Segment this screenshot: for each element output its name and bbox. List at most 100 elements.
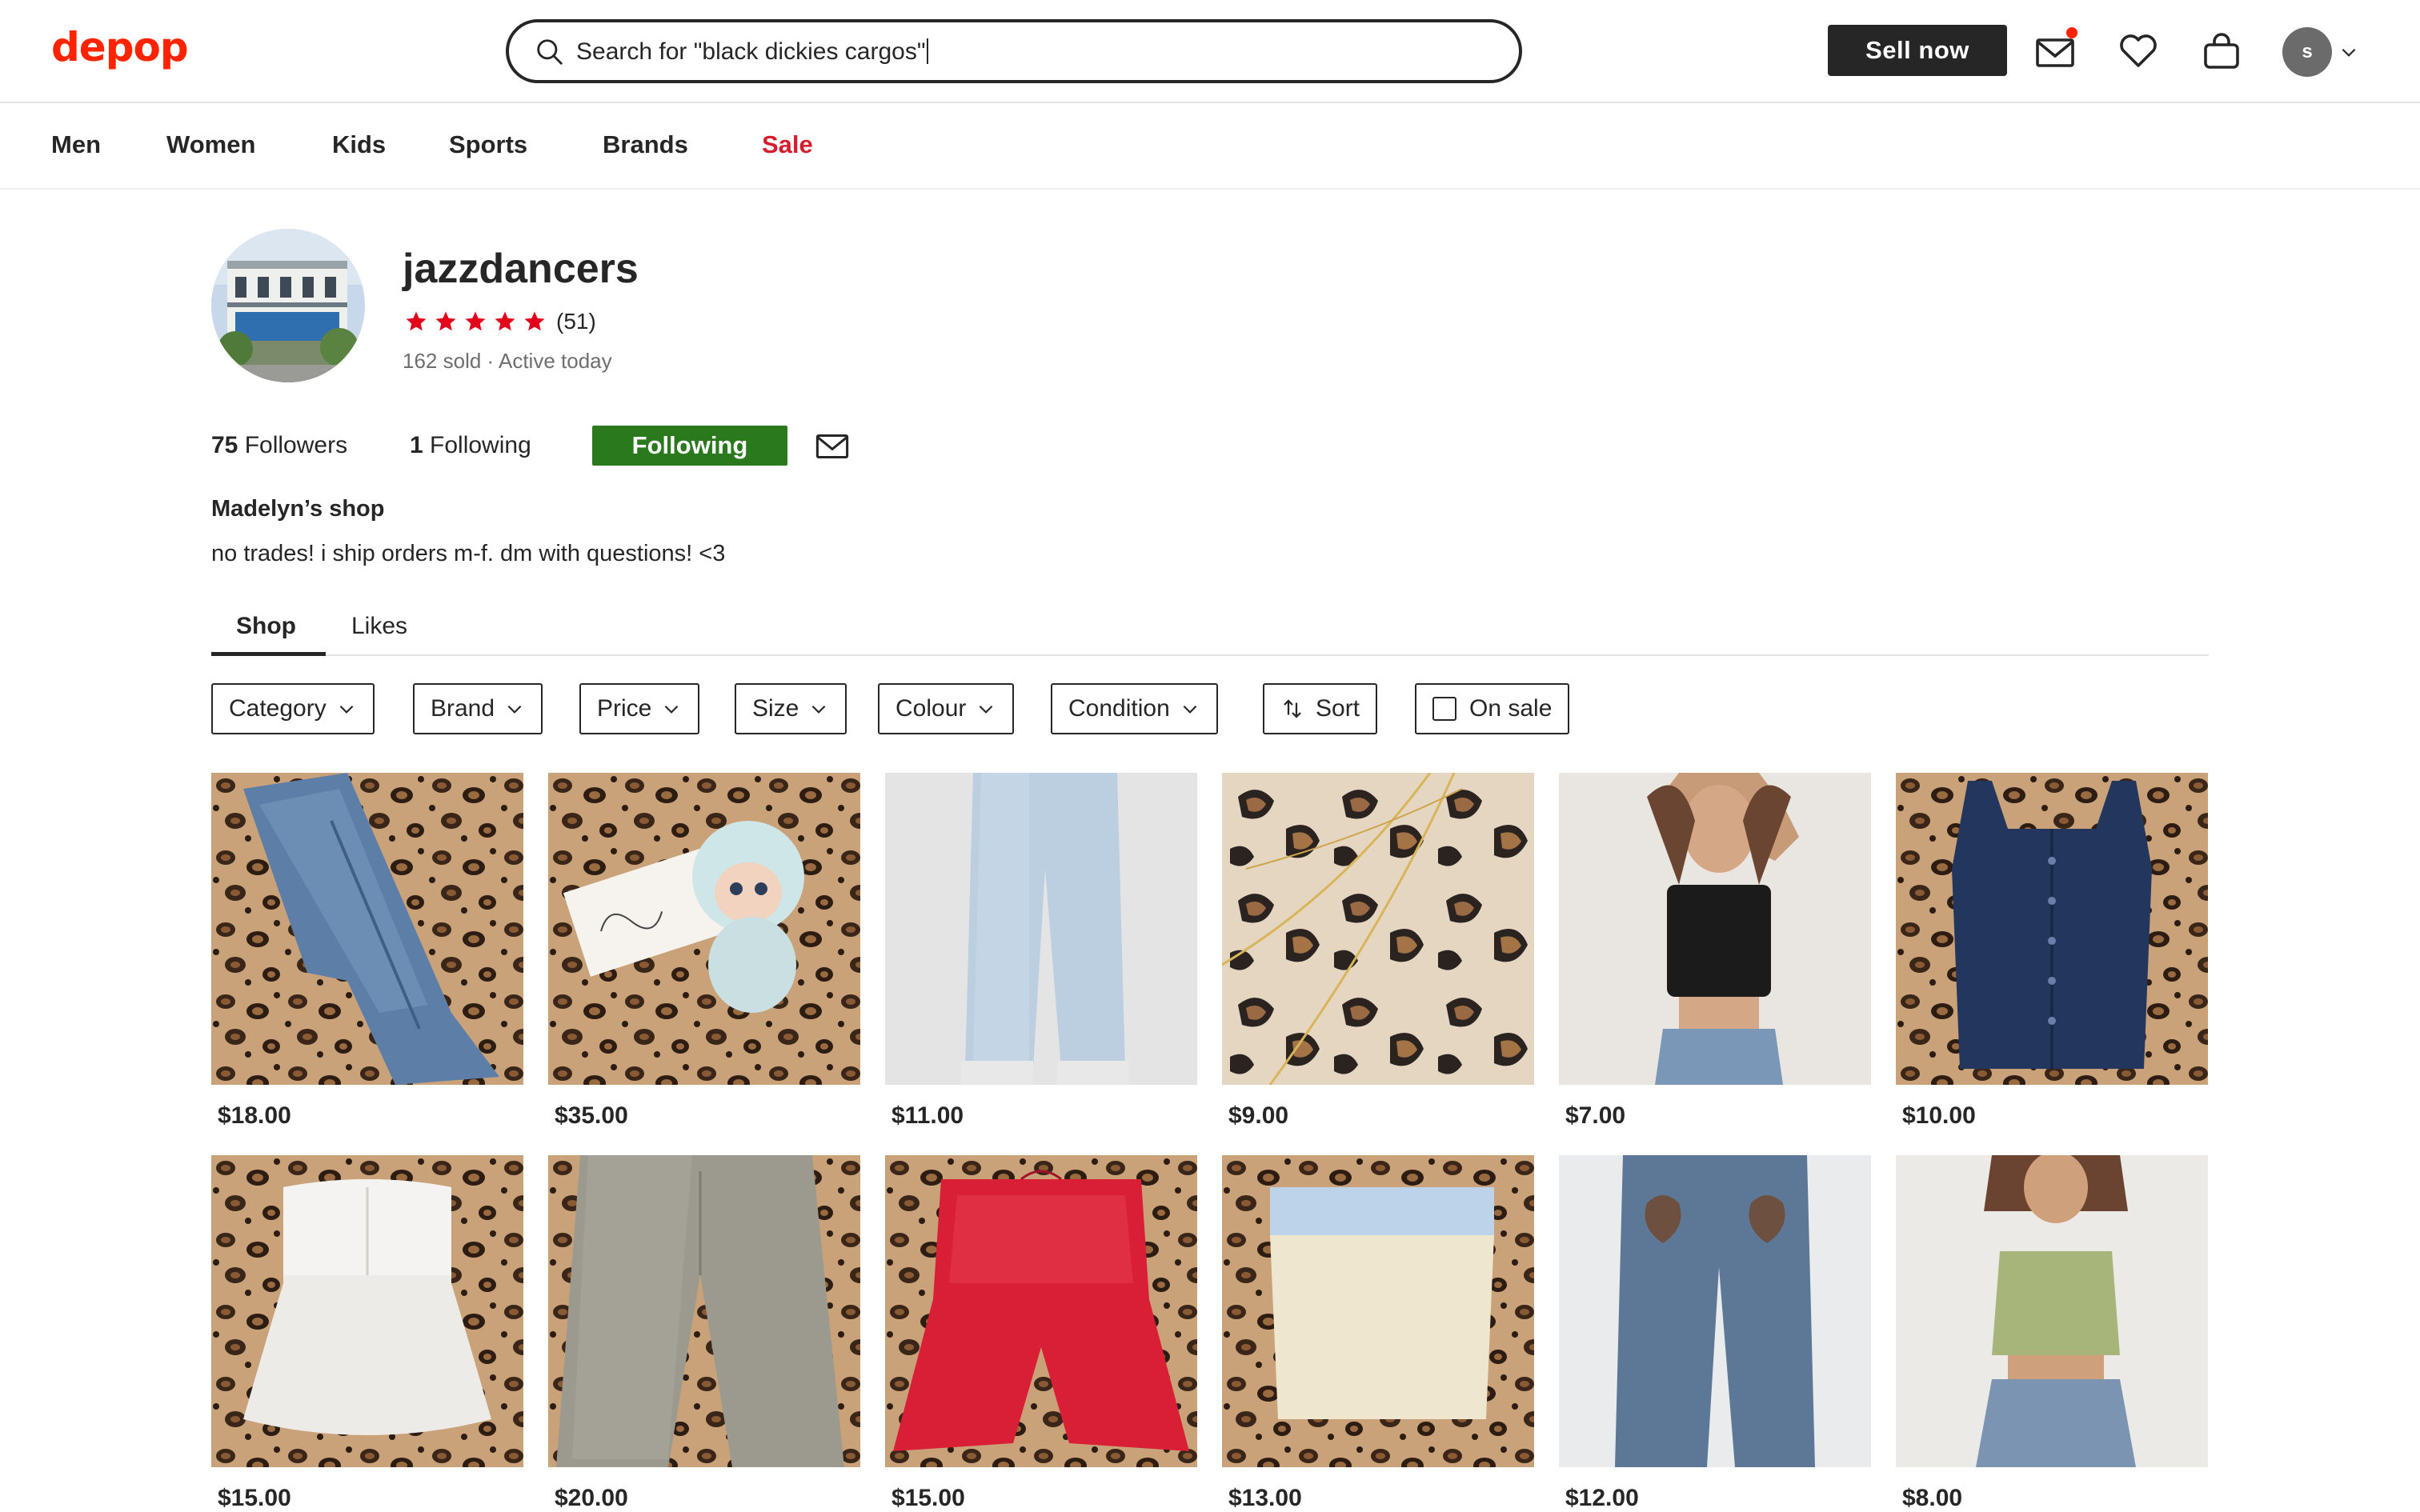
filter-colour[interactable]: Colour: [878, 683, 1015, 734]
product-card[interactable]: $12.00: [1559, 1155, 1871, 1512]
product-price: $9.00: [1228, 1102, 1289, 1129]
search-bar[interactable]: Search for "black dickies cargos": [506, 19, 1522, 83]
rating-stars: [404, 308, 552, 335]
category-nav: Men Women Kids Sports Brands Sale: [0, 105, 2420, 190]
product-card[interactable]: $35.00: [548, 773, 860, 1130]
review-count[interactable]: (51): [556, 309, 596, 334]
chevron-down-icon: [665, 705, 679, 714]
product-card[interactable]: $9.00: [1222, 773, 1534, 1130]
profile-meta: 162 sold · Active today: [403, 349, 612, 374]
product-card[interactable]: $7.00: [1559, 773, 1871, 1130]
following-link[interactable]: 1 Following: [410, 432, 531, 459]
product-card[interactable]: $8.00: [1896, 1155, 2208, 1512]
nav-item-men[interactable]: Men: [51, 130, 101, 159]
product-price: $20.00: [555, 1485, 628, 1511]
product-image[interactable]: [548, 773, 860, 1085]
product-card[interactable]: $10.00: [1896, 773, 2208, 1130]
heart-icon[interactable]: [2118, 30, 2159, 72]
following-button[interactable]: Following: [592, 426, 787, 466]
sell-now-button[interactable]: Sell now: [1828, 25, 2007, 76]
product-price: $15.00: [218, 1485, 291, 1511]
search-input[interactable]: Search for "black dickies cargos": [576, 38, 929, 66]
product-image[interactable]: [211, 1155, 523, 1467]
nav-item-kids[interactable]: Kids: [332, 130, 386, 159]
search-icon: [537, 39, 563, 65]
profile-avatar: [211, 229, 365, 382]
product-card[interactable]: $20.00: [548, 1155, 860, 1512]
mail-icon[interactable]: [2034, 32, 2076, 74]
filter-category-label: Category: [229, 695, 327, 722]
tab-shop[interactable]: Shop: [236, 613, 296, 640]
tab-likes[interactable]: Likes: [351, 613, 407, 640]
following-count: 1: [410, 432, 423, 458]
star-icon: [495, 311, 515, 331]
sold-count: 162 sold: [403, 349, 482, 373]
product-card[interactable]: $13.00: [1222, 1155, 1534, 1512]
top-header: depop Search for "black dickies cargos" …: [0, 0, 2420, 103]
product-price: $12.00: [1565, 1485, 1639, 1511]
product-card[interactable]: $11.00: [885, 773, 1197, 1130]
chevron-down-icon: [812, 705, 826, 714]
nav-item-sports[interactable]: Sports: [449, 130, 527, 159]
product-image[interactable]: [885, 773, 1197, 1085]
chevron-down-icon[interactable]: [2338, 42, 2359, 62]
product-image[interactable]: [1222, 773, 1534, 1085]
filter-condition[interactable]: Condition: [1051, 683, 1218, 734]
filter-brand-label: Brand: [431, 695, 495, 722]
product-image[interactable]: [211, 773, 523, 1085]
product-image[interactable]: [1896, 773, 2208, 1085]
activity-status: Active today: [498, 349, 612, 373]
product-card[interactable]: $15.00: [885, 1155, 1197, 1512]
star-icon: [435, 311, 456, 331]
filter-price-label: Price: [597, 695, 652, 722]
nav-item-sale[interactable]: Sale: [762, 130, 813, 159]
notification-dot: [2066, 27, 2077, 38]
product-image[interactable]: [1559, 773, 1871, 1085]
meta-separator: ·: [481, 349, 499, 373]
product-price: $10.00: [1902, 1102, 1976, 1129]
product-price: $18.00: [218, 1102, 291, 1129]
product-image[interactable]: [1222, 1155, 1534, 1467]
on-sale-label: On sale: [1469, 695, 1553, 722]
product-image[interactable]: [548, 1155, 860, 1467]
chevron-down-icon: [339, 705, 354, 714]
star-icon: [524, 311, 545, 331]
nav-item-women[interactable]: Women: [166, 130, 255, 159]
chevron-down-icon: [507, 705, 522, 714]
filter-brand[interactable]: Brand: [413, 683, 543, 734]
product-price: $15.00: [891, 1485, 965, 1511]
depop-logo[interactable]: depop: [51, 24, 189, 70]
product-card[interactable]: $18.00: [211, 773, 523, 1130]
text-cursor: [927, 38, 929, 64]
product-image[interactable]: [885, 1155, 1197, 1467]
on-sale-checkbox[interactable]: [1432, 697, 1456, 721]
filter-size[interactable]: Size: [735, 683, 847, 734]
product-price: $8.00: [1902, 1485, 1963, 1511]
followers-link[interactable]: 75 Followers: [211, 432, 347, 459]
tabs-divider: [211, 654, 2209, 656]
active-tab-indicator: [211, 652, 326, 656]
product-price: $11.00: [891, 1102, 964, 1129]
filter-category[interactable]: Category: [211, 683, 375, 734]
product-image[interactable]: [1896, 1155, 2208, 1467]
following-label: Following: [430, 432, 531, 458]
shop-bio: no trades! i ship orders m-f. dm with qu…: [211, 541, 726, 566]
sort-arrows-icon: [1284, 699, 1301, 718]
nav-item-brands[interactable]: Brands: [603, 130, 688, 159]
filter-size-label: Size: [752, 695, 799, 722]
product-image[interactable]: [1559, 1155, 1871, 1467]
product-price: $35.00: [555, 1102, 628, 1129]
message-icon[interactable]: [815, 429, 850, 464]
followers-label: Followers: [244, 432, 348, 458]
product-card[interactable]: $15.00: [211, 1155, 523, 1512]
on-sale-filter[interactable]: On sale: [1415, 683, 1570, 734]
bag-icon[interactable]: [2201, 30, 2242, 72]
sort-button[interactable]: Sort: [1263, 683, 1378, 734]
chevron-down-icon: [980, 705, 993, 714]
filter-price[interactable]: Price: [579, 683, 700, 734]
profile-username: jazzdancers: [403, 246, 639, 292]
sort-label: Sort: [1316, 695, 1360, 722]
shop-name: Madelyn’s shop: [211, 496, 385, 522]
star-icon: [406, 311, 427, 331]
user-avatar[interactable]: s: [2282, 27, 2332, 77]
